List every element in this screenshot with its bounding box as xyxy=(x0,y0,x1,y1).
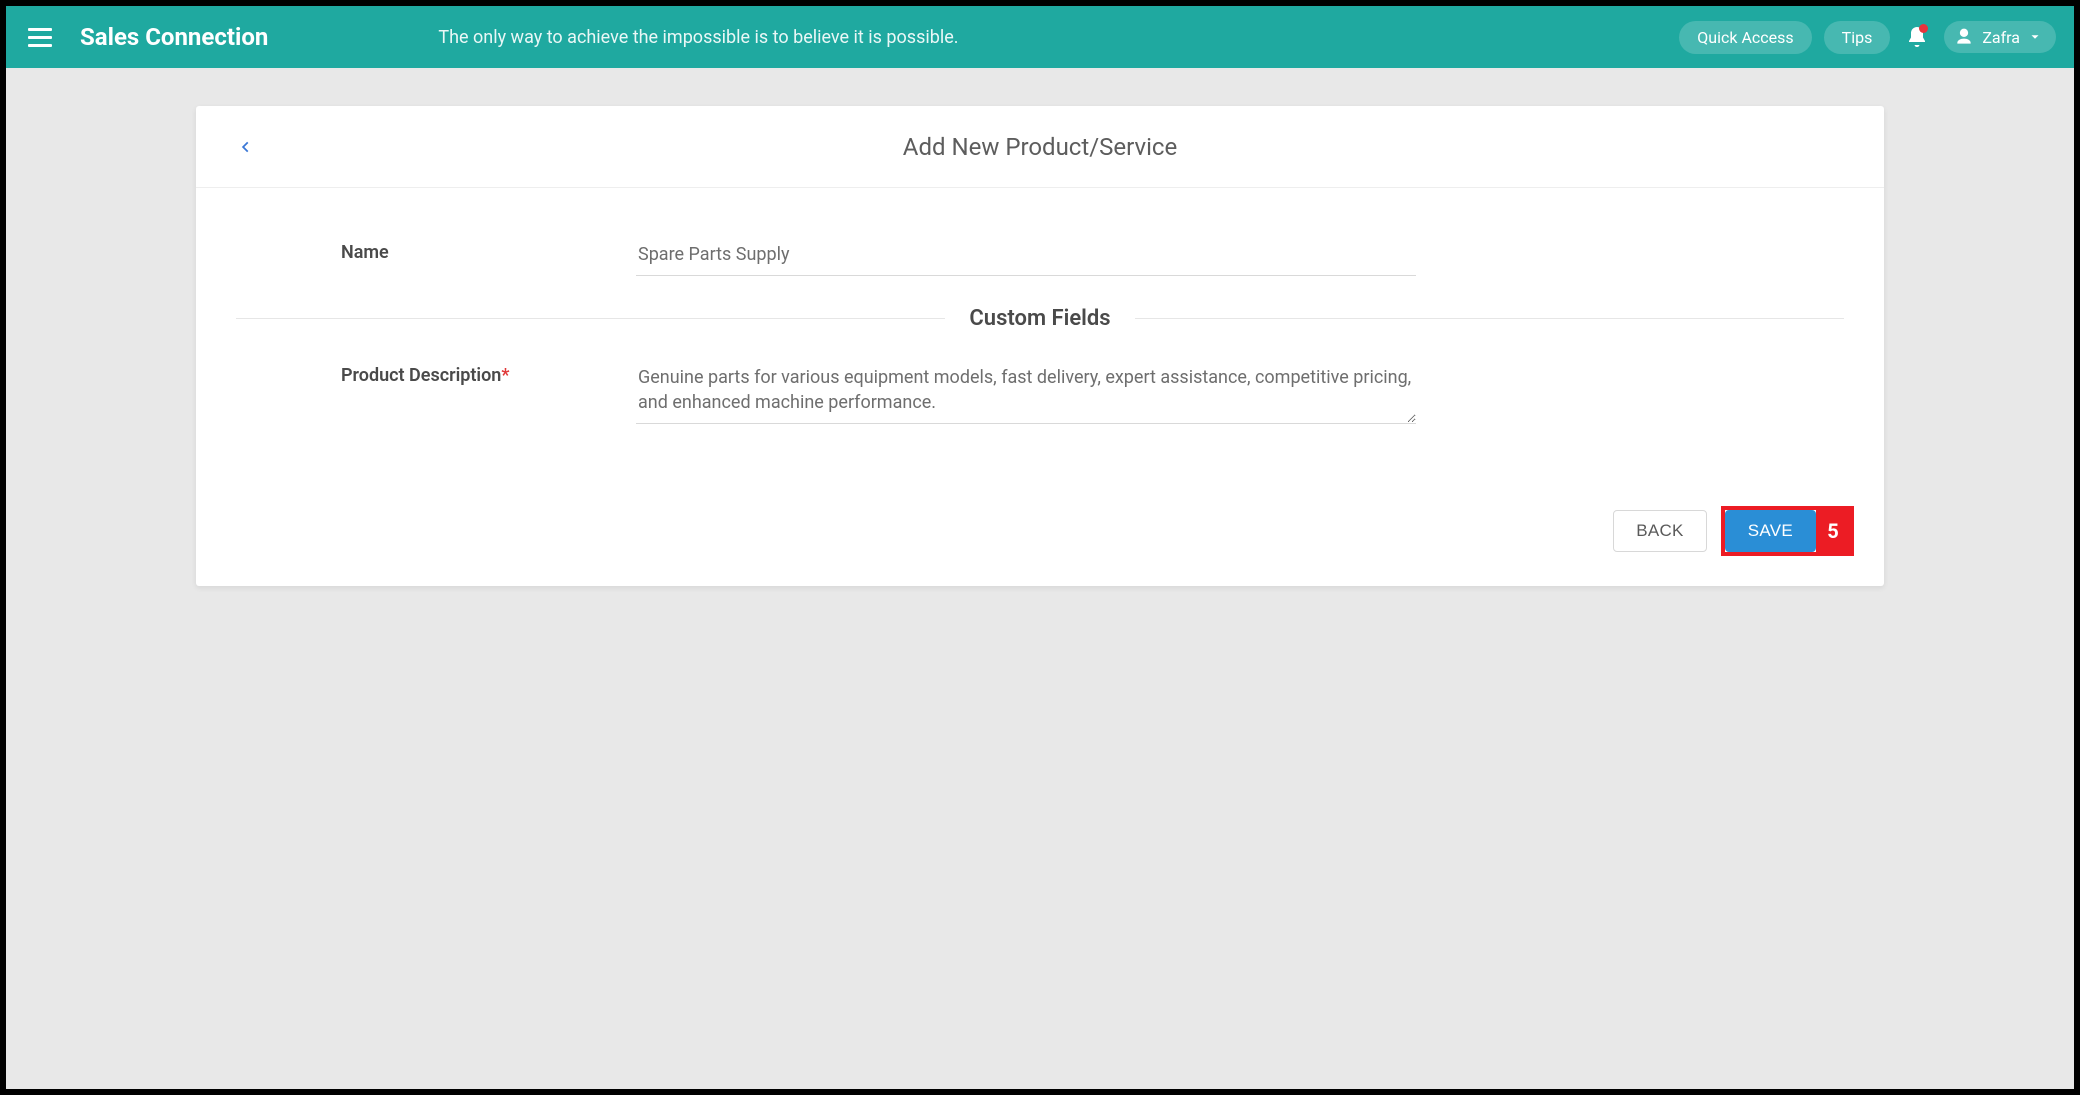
topbar-actions: Quick Access Tips Zafra xyxy=(1679,21,2056,54)
annotation-highlight: SAVE 5 xyxy=(1721,506,1854,556)
quick-access-label: Quick Access xyxy=(1697,28,1793,47)
card-header: Add New Product/Service xyxy=(196,106,1884,188)
save-button[interactable]: SAVE xyxy=(1725,510,1816,552)
tips-button[interactable]: Tips xyxy=(1824,21,1891,54)
menu-icon[interactable] xyxy=(24,21,56,53)
topbar: Sales Connection The only way to achieve… xyxy=(6,6,2074,68)
back-arrow-button[interactable] xyxy=(234,135,258,159)
form-card: Add New Product/Service Name Custom Fiel… xyxy=(196,106,1884,586)
avatar-icon xyxy=(1954,27,1974,47)
card-actions: BACK SAVE 5 xyxy=(196,466,1884,586)
custom-fields-heading: Custom Fields xyxy=(945,306,1134,331)
chevron-left-icon xyxy=(239,136,253,158)
user-menu[interactable]: Zafra xyxy=(1944,21,2056,53)
back-button[interactable]: BACK xyxy=(1613,510,1707,552)
custom-fields-divider: Custom Fields xyxy=(236,306,1844,331)
name-label: Name xyxy=(236,238,636,263)
user-name: Zafra xyxy=(1982,28,2020,47)
tagline: The only way to achieve the impossible i… xyxy=(438,27,1679,48)
chevron-down-icon xyxy=(2028,30,2042,44)
description-row: Product Description* xyxy=(236,361,1844,428)
tips-label: Tips xyxy=(1842,28,1873,47)
page-title: Add New Product/Service xyxy=(903,133,1177,161)
app-title: Sales Connection xyxy=(80,23,268,51)
notifications-button[interactable] xyxy=(1902,22,1932,52)
name-input[interactable] xyxy=(636,238,1416,276)
workspace: Add New Product/Service Name Custom Fiel… xyxy=(6,68,2074,1089)
name-row: Name xyxy=(236,238,1844,276)
description-input[interactable] xyxy=(636,361,1416,424)
description-label: Product Description* xyxy=(236,361,636,386)
quick-access-button[interactable]: Quick Access xyxy=(1679,21,1811,54)
card-body: Name Custom Fields Product Description* xyxy=(196,188,1884,466)
annotation-badge: 5 xyxy=(1816,510,1850,552)
